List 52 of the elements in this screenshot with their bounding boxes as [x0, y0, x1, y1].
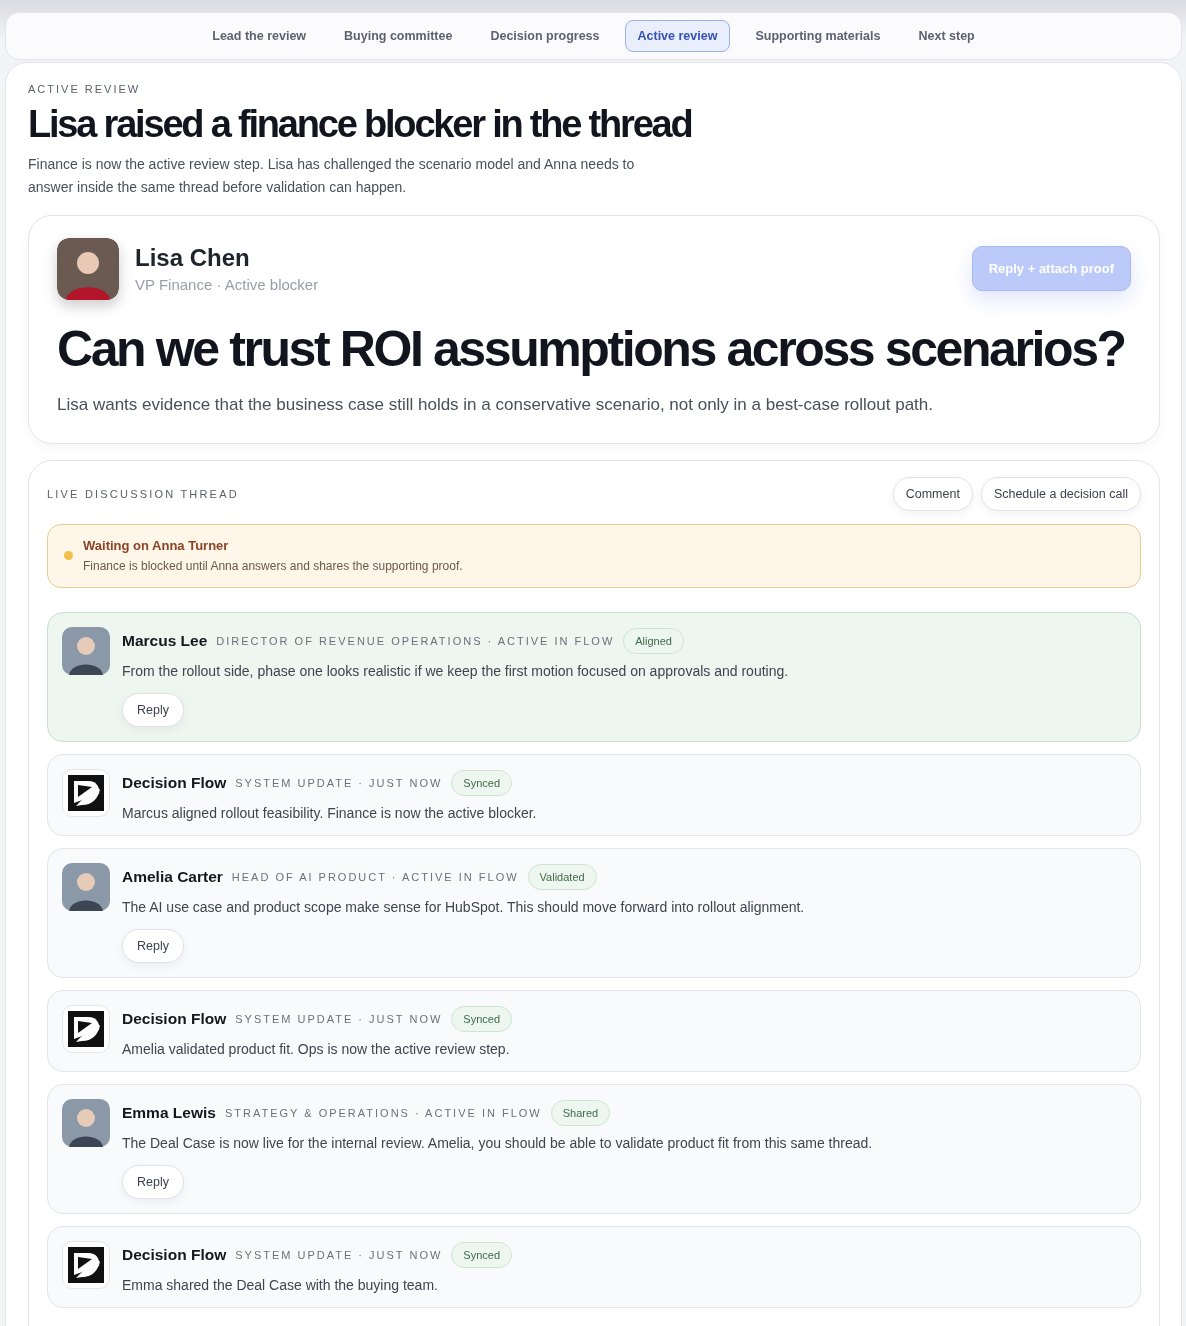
author-name: Marcus Lee — [122, 631, 208, 650]
logo-icon — [62, 768, 110, 817]
notice-text: Finance is blocked until Anna answers and shares the supporting proof. — [83, 558, 463, 573]
message-text: Amelia validated product fit. Ops is now the active review step. — [122, 1040, 511, 1057]
message-text: Marcus aligned rollout feasibility. Finance is now the active blocker. — [122, 804, 538, 821]
author-meta: SYSTEM UPDATE · JUST NOW — [235, 1012, 443, 1025]
avatar-icon — [62, 862, 110, 911]
thread-label: LIVE DISCUSSION THREAD — [47, 487, 239, 500]
avatar-icon — [57, 237, 119, 300]
author-name: Decision Flow — [122, 1245, 227, 1264]
nav-tab[interactable]: Lead the review — [199, 20, 320, 52]
reply-button[interactable]: Reply — [122, 692, 184, 727]
status-tag: Aligned — [623, 627, 684, 654]
logo-icon — [62, 1240, 110, 1289]
message-text: The AI use case and product scope make sense for HubSpot. This should move forward into rollout alignment. — [122, 898, 806, 915]
author-name: Emma Lewis — [122, 1103, 216, 1122]
section-label: ACTIVE REVIEW — [28, 83, 142, 95]
person-name: Lisa Chen — [135, 244, 251, 273]
blocker-question: Can we trust ROI assumptions across scenarios? — [57, 321, 1126, 377]
thread-action-button[interactable]: Schedule a decision call — [980, 476, 1141, 511]
thread-action-button[interactable]: Comment — [892, 476, 973, 511]
author-name: Amelia Carter — [122, 867, 223, 886]
page-title: Lisa raised a finance blocker in the thread — [28, 105, 693, 145]
person-role: VP Finance · Active blocker — [135, 276, 320, 294]
author-meta: STRATEGY & OPERATIONS · ACTIVE IN FLOW — [224, 1106, 542, 1119]
author-name: Decision Flow — [122, 773, 227, 792]
avatar-icon — [62, 1098, 110, 1147]
message-text: From the rollout side, phase one looks realistic if we keep the first motion focused on approvals and routing. — [122, 662, 790, 679]
message-text: The Deal Case is now live for the internal review. Amelia, you should be able to validate product fit from this same thread. — [122, 1134, 874, 1151]
avatar-icon — [62, 626, 110, 675]
author-meta: HEAD OF AI PRODUCT · ACTIVE IN FLOW — [231, 870, 519, 883]
author-name: Decision Flow — [122, 1009, 227, 1028]
nav-tab[interactable]: Supporting materials — [742, 20, 894, 52]
status-tag: Synced — [451, 1241, 513, 1268]
nav-tab[interactable]: Active review — [624, 20, 731, 52]
status-tag: Synced — [451, 1005, 513, 1032]
status-tag: Synced — [451, 769, 513, 796]
intro-text: Finance is now the active review step. Lisa has challenged the scenario model and Anna needs to answer inside the same thread before validation can happen. — [28, 154, 636, 197]
reply-button[interactable]: Reply — [122, 1164, 184, 1199]
nav-tab[interactable]: Decision progress — [477, 20, 613, 52]
notice-title: Waiting on Anna Turner — [83, 537, 230, 553]
author-meta: SYSTEM UPDATE · JUST NOW — [235, 1248, 443, 1261]
author-meta: SYSTEM UPDATE · JUST NOW — [235, 776, 443, 789]
reply-button[interactable]: Reply — [122, 928, 184, 963]
status-tag: Validated — [527, 863, 597, 890]
author-meta: DIRECTOR OF REVENUE OPERATIONS · ACTIVE IN FLOW — [216, 634, 615, 647]
nav-tab[interactable]: Next step — [905, 20, 988, 52]
nav-tab[interactable]: Buying committee — [331, 20, 466, 52]
logo-icon — [62, 1004, 110, 1053]
status-tag: Shared — [550, 1099, 611, 1126]
message-text: Emma shared the Deal Case with the buying team. — [122, 1276, 439, 1293]
blocker-detail: Lisa wants evidence that the business case still holds in a conservative scenario, not only in a best-case rollout path. — [57, 394, 934, 415]
